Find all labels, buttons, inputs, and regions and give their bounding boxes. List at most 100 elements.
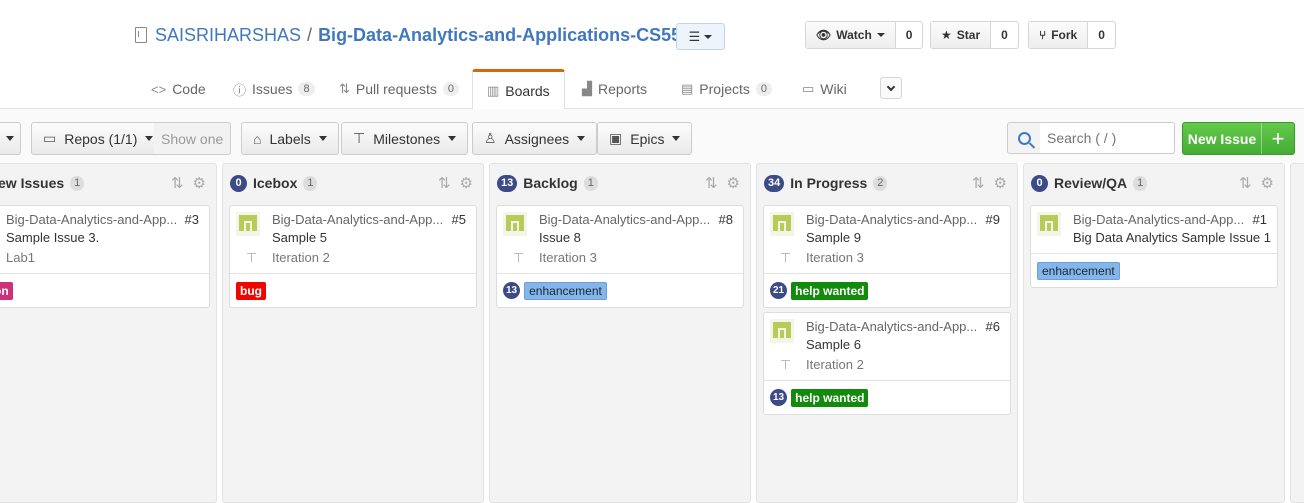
issue-card[interactable]: Big-Data-Analytics-and-App... #6 Sample …: [763, 312, 1011, 415]
sort-icon[interactable]: ⇅: [972, 174, 985, 192]
tab-code[interactable]: <> Code: [151, 69, 206, 109]
list-icon: ☰: [688, 28, 701, 44]
watch-count[interactable]: 0: [896, 22, 923, 48]
board-column-offscreen: [1290, 163, 1304, 503]
tab-issues[interactable]: ⓘ Issues 8: [233, 69, 315, 109]
column-name: Icebox: [253, 175, 298, 191]
repos-filter-button[interactable]: ▭ Repos (1/1): [31, 122, 166, 155]
repo-owner-link[interactable]: SAISRIHARSHAS: [155, 25, 301, 46]
card-issue-number[interactable]: #8: [719, 212, 733, 227]
column-issue-count: 1: [70, 175, 85, 191]
watch-button[interactable]: 👁 Watch: [806, 22, 896, 48]
label-help-wanted[interactable]: help wanted: [791, 281, 869, 300]
caret-down-icon: [577, 136, 586, 141]
more-tabs-button[interactable]: [880, 77, 902, 99]
epic-icon: ▣: [609, 130, 623, 146]
label-enhancement[interactable]: enhancement: [1037, 261, 1120, 280]
tab-wiki[interactable]: ▭ Wiki: [802, 69, 847, 109]
gear-icon[interactable]: ⚙: [193, 174, 206, 192]
tab-reports[interactable]: ▟ Reports: [582, 69, 647, 109]
label-question[interactable]: uestion: [0, 281, 13, 300]
card-repo-name[interactable]: Big-Data-Analytics-and-App...: [806, 319, 977, 334]
label-help-wanted[interactable]: help wanted: [791, 388, 869, 407]
card-title[interactable]: Issue 8: [539, 230, 581, 245]
card-milestone: Iteration 3: [539, 250, 597, 265]
card-issue-number[interactable]: #1: [1253, 212, 1267, 227]
card-issue-number[interactable]: #3: [185, 212, 199, 227]
issue-card[interactable]: Big-Data-Analytics-and-App... #5 Sample …: [229, 205, 477, 308]
labels-filter-button[interactable]: ⌂ Labels: [241, 122, 339, 155]
card-repo-name[interactable]: Big-Data-Analytics-and-App...: [806, 212, 977, 227]
fork-button[interactable]: ⑂ Fork: [1029, 22, 1089, 48]
milestones-filter-button[interactable]: ⊤ Milestones: [341, 122, 469, 155]
card-issue-number[interactable]: #6: [986, 319, 1000, 334]
sort-icon[interactable]: ⇅: [705, 174, 718, 192]
assignees-filter-button[interactable]: ♙ Assignees: [472, 122, 598, 155]
repo-nav-tabs: <> Code ⓘ Issues 8 ⇅ Pull requests 0 ▥ B…: [0, 69, 1304, 110]
card-repo-name[interactable]: Big-Data-Analytics-and-App...: [1073, 212, 1244, 227]
tab-projects[interactable]: ▤ Projects 0: [681, 69, 772, 109]
gear-icon[interactable]: ⚙: [994, 174, 1007, 192]
card-repo-name[interactable]: Big-Data-Analytics-and-App...: [539, 212, 710, 227]
milestone-icon: ⊤: [246, 250, 258, 265]
issue-icon: ⓘ: [233, 82, 247, 98]
tab-boards[interactable]: ▥ Boards: [472, 69, 565, 110]
column-name: ew Issues: [0, 175, 65, 191]
sort-icon[interactable]: ⇅: [438, 174, 451, 192]
epics-filter-button[interactable]: ▣ Epics: [597, 122, 693, 155]
sort-icon[interactable]: ⇅: [171, 174, 184, 192]
card-points-badge: 13: [770, 389, 788, 406]
board-column-new-issues: ew Issues 1 ⇅ ⚙ Big-Data-Analytics-and-Ap…: [0, 163, 217, 503]
caret-down-icon: [876, 33, 885, 37]
star-button[interactable]: ★ Star: [931, 22, 992, 48]
star-count[interactable]: 0: [991, 22, 1018, 48]
search-input[interactable]: [1040, 122, 1175, 154]
search-icon: [1017, 131, 1031, 145]
label-enhancement[interactable]: enhancement: [524, 281, 607, 300]
label-bug[interactable]: bug: [236, 281, 266, 300]
repo-title: SAISRIHARSHAS / Big-Data-Analytics-and-A…: [135, 22, 701, 48]
card-title[interactable]: Sample 6: [806, 337, 861, 352]
workspace-dropdown[interactable]: [0, 122, 21, 155]
gear-icon[interactable]: ⚙: [1261, 174, 1274, 192]
issue-card[interactable]: Big-Data-Analytics-and-App... #3 Sample …: [0, 205, 210, 308]
fork-count[interactable]: 0: [1088, 22, 1115, 48]
card-repo-name[interactable]: Big-Data-Analytics-and-App...: [272, 212, 443, 227]
repos-filter-label: Repos (1/1): [64, 130, 138, 147]
card-issue-number[interactable]: #5: [452, 212, 466, 227]
repo-list-dropdown[interactable]: ☰: [676, 23, 725, 50]
card-title[interactable]: Sample 9: [806, 230, 861, 245]
issue-card[interactable]: Big-Data-Analytics-and-App... #1 Big Dat…: [1030, 205, 1278, 288]
eye-icon: 👁: [816, 28, 832, 42]
search-button[interactable]: [1007, 122, 1041, 154]
gear-icon[interactable]: ⚙: [727, 174, 740, 192]
avatar: [1037, 212, 1061, 236]
milestone-icon: ⊤: [780, 250, 792, 265]
caret-down-icon: [318, 136, 327, 141]
gear-icon[interactable]: ⚙: [460, 174, 473, 192]
card-title[interactable]: Sample 5: [272, 230, 327, 245]
issue-card[interactable]: Big-Data-Analytics-and-App... #9 Sample …: [763, 205, 1011, 308]
card-issue-number[interactable]: #9: [986, 212, 1000, 227]
tab-label: Code: [172, 81, 206, 97]
tab-label: Boards: [505, 82, 550, 99]
sort-icon[interactable]: ⇅: [1239, 174, 1252, 192]
issue-card[interactable]: Big-Data-Analytics-and-App... #8 Issue 8…: [496, 205, 744, 308]
caret-down-icon: [448, 136, 457, 141]
card-milestone: Lab1: [6, 250, 35, 265]
show-one-button[interactable]: Show one: [154, 122, 232, 155]
column-points-badge: 0: [1031, 174, 1048, 192]
new-issue-label: New Issue: [1183, 123, 1262, 154]
card-repo-name[interactable]: Big-Data-Analytics-and-App...: [6, 212, 177, 227]
tab-label: Issues: [252, 81, 293, 97]
epics-filter-label: Epics: [630, 130, 665, 147]
new-issue-button[interactable]: New Issue +: [1182, 122, 1295, 155]
chevron-down-icon: [886, 82, 896, 91]
avatar: [770, 319, 794, 343]
repo-name-link[interactable]: Big-Data-Analytics-and-Applications-CS55…: [318, 25, 701, 46]
tab-pull-requests[interactable]: ⇅ Pull requests 0: [339, 69, 459, 109]
card-title[interactable]: Sample Issue 3.: [6, 230, 99, 245]
card-title[interactable]: Big Data Analytics Sample Issue 1: [1073, 230, 1271, 245]
caret-down-icon: [6, 136, 14, 141]
tab-label: Wiki: [820, 81, 847, 97]
